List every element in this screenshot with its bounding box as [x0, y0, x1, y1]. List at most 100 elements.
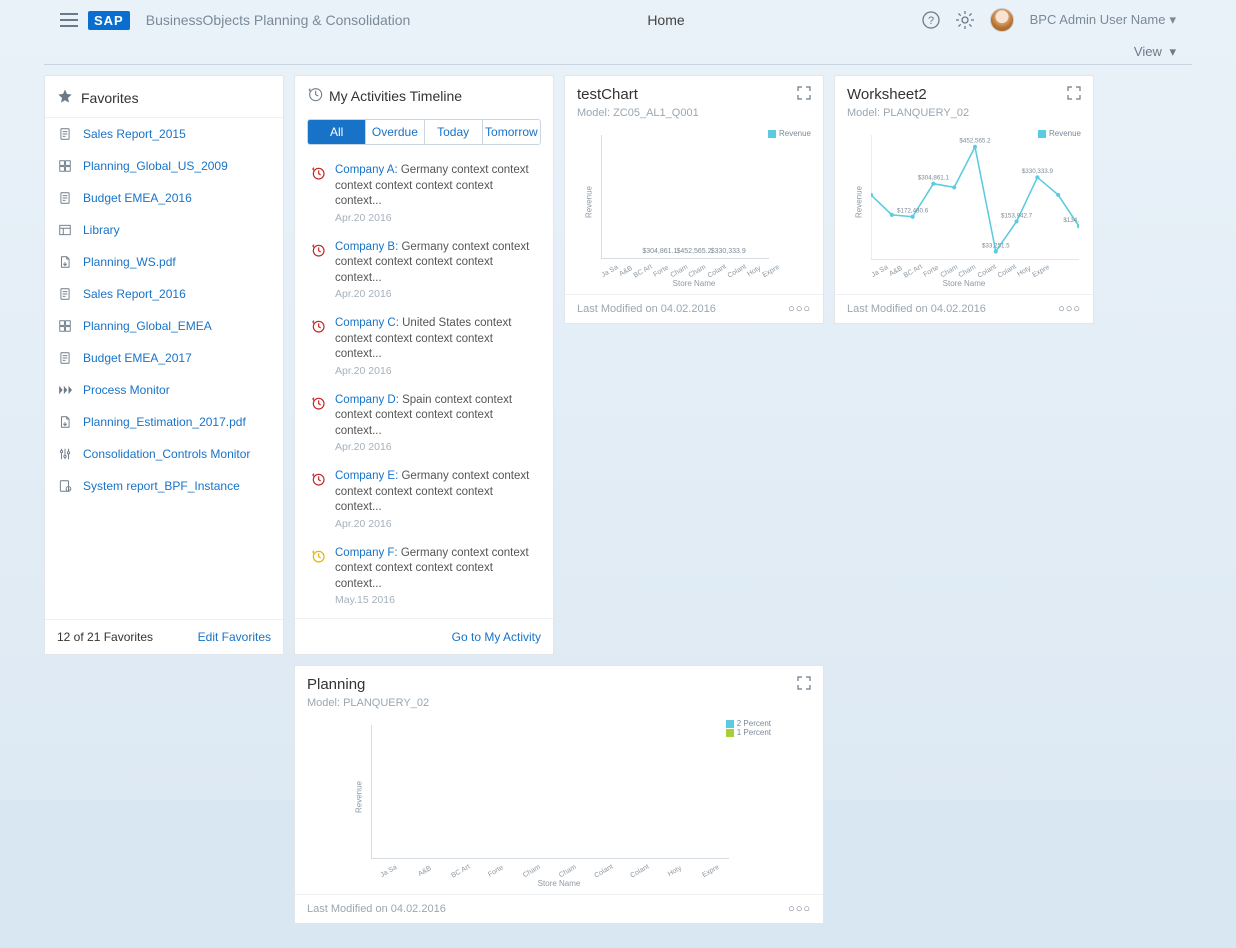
favorite-item[interactable]: Consolidation_Controls Monitor [45, 438, 283, 470]
timeline-item[interactable]: Company B: Germany context context conte… [305, 232, 545, 309]
help-icon[interactable]: ? [922, 11, 940, 29]
favorite-label: System report_BPF_Instance [83, 479, 240, 493]
status-clock-icon [309, 240, 327, 301]
avatar[interactable] [990, 8, 1014, 32]
status-clock-icon [309, 316, 327, 377]
favorite-item[interactable]: Process Monitor [45, 374, 283, 406]
favorite-label: Budget EMEA_2016 [83, 191, 192, 205]
favorite-item[interactable]: Planning_Global_US_2009 [45, 150, 283, 182]
y-axis-label: Revenue [355, 781, 364, 813]
timeline-card: My Activities Timeline AllOverdueTodayTo… [294, 75, 554, 655]
favorite-item[interactable]: Planning_WS.pdf [45, 246, 283, 278]
expand-icon[interactable] [797, 676, 811, 693]
svg-text:$153,942.7: $153,942.7 [1001, 212, 1033, 219]
home-link[interactable]: Home [647, 12, 684, 28]
timeline-text: Company F: Germany context context conte… [335, 546, 541, 593]
favorites-card: Favorites Sales Report_2015 Planning_Glob… [44, 75, 284, 655]
user-name-dropdown[interactable]: BPC Admin User Name▾ [1030, 12, 1176, 28]
timeline-date: May.15 2016 [335, 594, 541, 606]
more-icon[interactable]: ○○○ [788, 306, 811, 312]
favorite-label: Planning_Estimation_2017.pdf [83, 415, 246, 429]
more-icon[interactable]: ○○○ [1058, 306, 1081, 312]
svg-text:?: ? [928, 15, 934, 27]
x-axis-label: Store Name [575, 279, 813, 288]
brand-logo: SAP [88, 11, 130, 30]
view-dropdown[interactable]: View ▾ [1134, 44, 1176, 60]
favorite-item[interactable]: Budget EMEA_2016 [45, 182, 283, 214]
status-clock-icon [309, 469, 327, 530]
favorites-title: Favorites [81, 90, 139, 106]
timeline-tab-today[interactable]: Today [425, 120, 483, 144]
favorite-label: Planning_Global_EMEA [83, 319, 212, 333]
timeline-title: My Activities Timeline [329, 88, 462, 104]
clock-icon [307, 86, 323, 105]
timeline-tab-all[interactable]: All [308, 120, 366, 144]
app-header: SAP BusinessObjects Planning & Consolida… [0, 0, 1236, 38]
timeline-text: Company D: Spain context context context… [335, 393, 541, 440]
edit-favorites-link[interactable]: Edit Favorites [198, 630, 271, 644]
favorite-label: Process Monitor [83, 383, 170, 397]
timeline-date: Apr.20 2016 [335, 518, 541, 530]
timeline-item[interactable]: Company F: Germany context context conte… [305, 538, 545, 615]
model-label: Model: PLANQUERY_02 [835, 107, 1093, 123]
card-planning: Planning Model: PLANQUERY_02 Revenue 2 P… [294, 665, 824, 924]
status-clock-icon [309, 163, 327, 224]
timeline-item[interactable]: Company C: United States context context… [305, 308, 545, 385]
doc-icon [57, 287, 73, 301]
y-axis-label: Revenue [855, 186, 864, 218]
card-worksheet2: Worksheet2 Model: PLANQUERY_02 Revenue R… [834, 75, 1094, 324]
svg-text:$134,328.0: $134,328.0 [1063, 217, 1079, 224]
favorite-item[interactable]: Sales Report_2015 [45, 118, 283, 150]
favorite-label: Library [83, 223, 120, 237]
favorites-count: 12 of 21 Favorites [57, 630, 153, 644]
process-icon [57, 385, 73, 395]
library-icon [57, 223, 73, 237]
timeline-item[interactable]: Company E: Germany context context conte… [305, 461, 545, 538]
go-to-activity-link[interactable]: Go to My Activity [452, 630, 541, 644]
favorite-label: Sales Report_2016 [83, 287, 186, 301]
svg-text:$33,251.5: $33,251.5 [982, 242, 1010, 249]
favorite-label: Consolidation_Controls Monitor [83, 447, 250, 461]
timeline-item[interactable]: Company A: Germany context context conte… [305, 155, 545, 232]
expand-icon[interactable] [797, 86, 811, 103]
doc-icon [57, 191, 73, 205]
star-icon [57, 88, 73, 107]
grid4-icon [57, 159, 73, 173]
controls-icon [57, 447, 73, 461]
divider [44, 64, 1192, 65]
status-clock-icon [309, 393, 327, 454]
status-clock-icon [309, 546, 327, 607]
svg-text:$452,565.2: $452,565.2 [959, 138, 991, 145]
system-icon [57, 479, 73, 493]
timeline-date: Apr.20 2016 [335, 212, 541, 224]
timeline-text: Company E: Germany context context conte… [335, 469, 541, 516]
timeline-text: Company B: Germany context context conte… [335, 240, 541, 287]
favorite-item[interactable]: System report_BPF_Instance [45, 470, 283, 502]
pdf-icon [57, 415, 73, 429]
card-title: testChart [577, 86, 638, 103]
grid4-icon [57, 319, 73, 333]
favorite-item[interactable]: Sales Report_2016 [45, 278, 283, 310]
timeline-date: Apr.20 2016 [335, 288, 541, 300]
modified-label: Last Modified on 04.02.2016 [307, 903, 446, 915]
timeline-item[interactable]: Company D: Spain context context context… [305, 385, 545, 462]
svg-text:$172,480.6: $172,480.6 [897, 208, 929, 215]
favorite-item[interactable]: Planning_Estimation_2017.pdf [45, 406, 283, 438]
menu-icon[interactable] [60, 13, 78, 27]
doc-icon [57, 127, 73, 141]
favorite-item[interactable]: Planning_Global_EMEA [45, 310, 283, 342]
favorite-item[interactable]: Library [45, 214, 283, 246]
timeline-tab-tomorrow[interactable]: Tomorrow [483, 120, 540, 144]
favorite-label: Sales Report_2015 [83, 127, 186, 141]
chart-legend: Revenue [768, 129, 811, 138]
pdf-icon [57, 255, 73, 269]
modified-label: Last Modified on 04.02.2016 [577, 303, 716, 315]
card-title: Planning [307, 676, 365, 693]
favorite-item[interactable]: Budget EMEA_2017 [45, 342, 283, 374]
expand-icon[interactable] [1067, 86, 1081, 103]
doc-icon [57, 351, 73, 365]
more-icon[interactable]: ○○○ [788, 906, 811, 912]
settings-icon[interactable] [956, 11, 974, 29]
timeline-tab-overdue[interactable]: Overdue [366, 120, 424, 144]
card-testchart: testChart Model: ZC05_AL1_Q001 Revenue R… [564, 75, 824, 324]
